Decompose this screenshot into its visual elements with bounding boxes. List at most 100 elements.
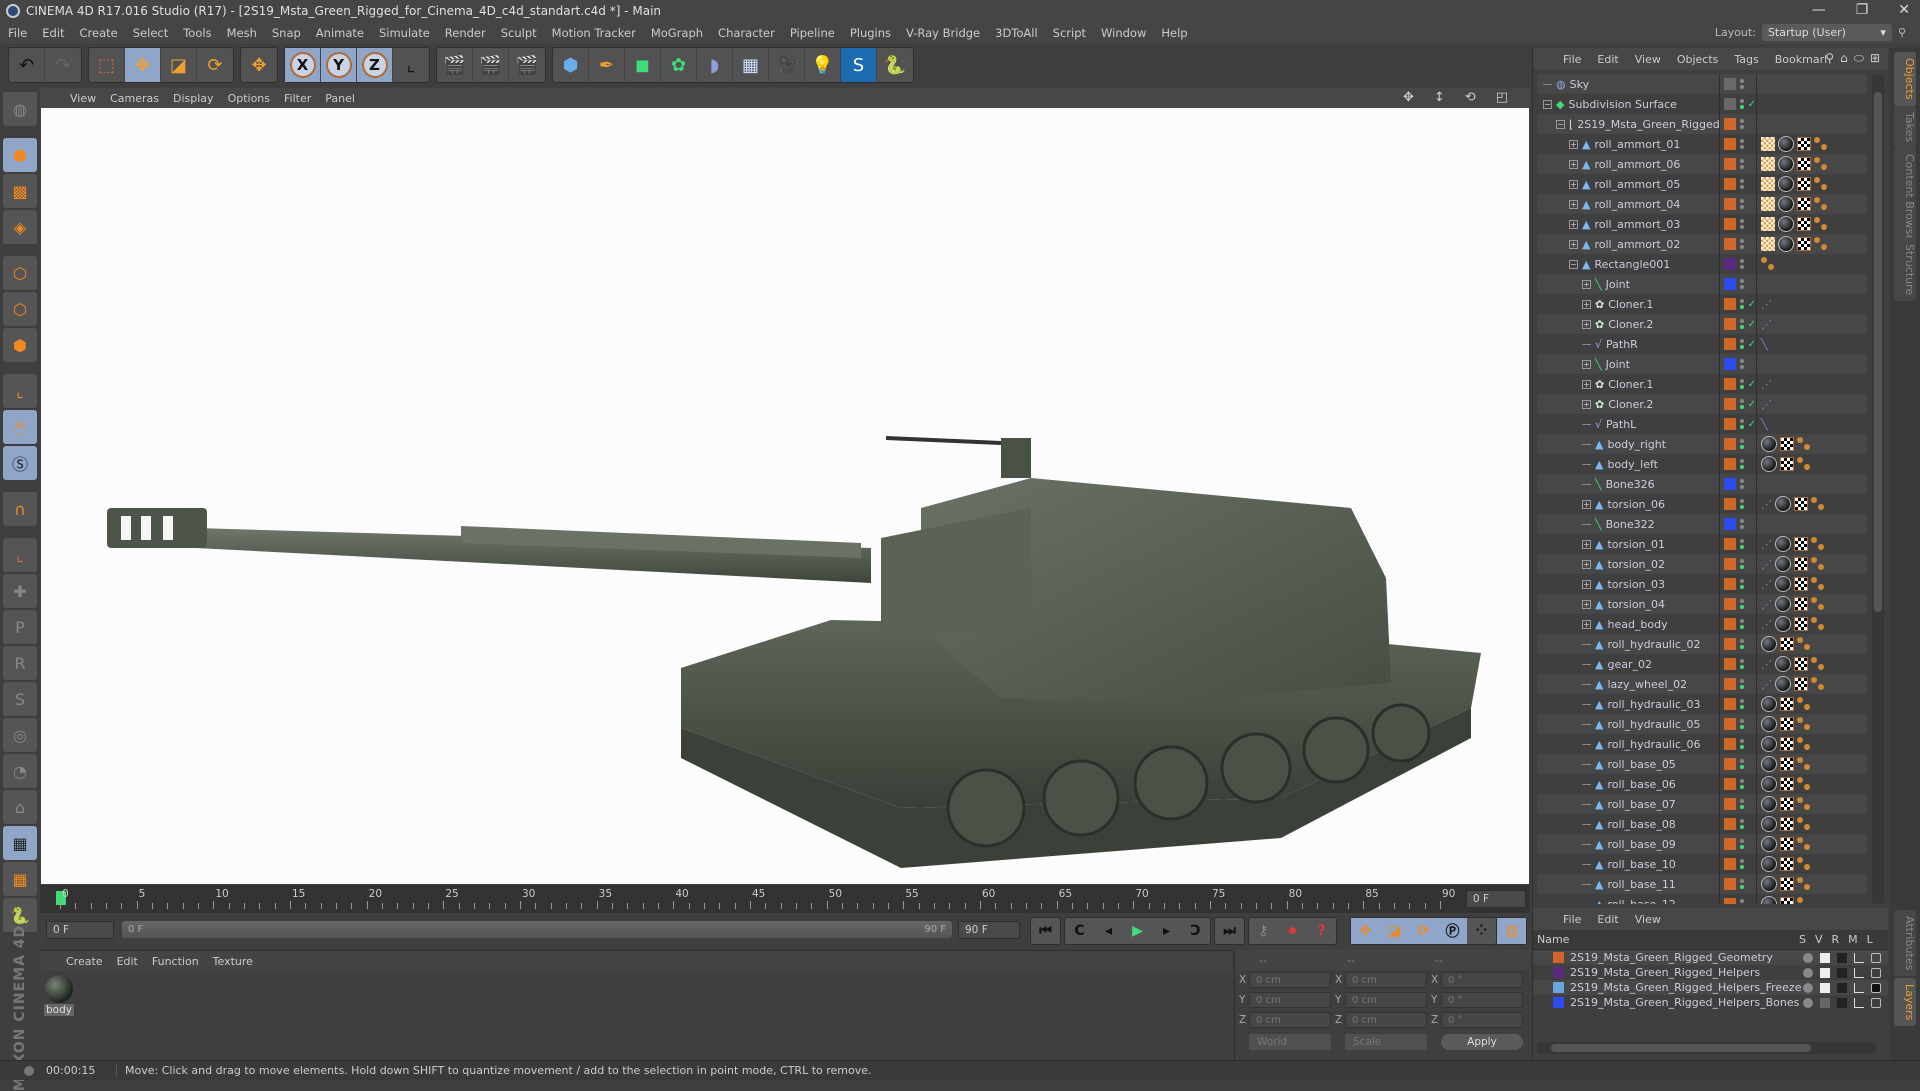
material-tag-icon[interactable] <box>1775 556 1791 572</box>
layer-color-swatch[interactable] <box>1724 278 1736 290</box>
object-row[interactable]: + ╲ Joint <box>1537 354 1867 374</box>
layer-color-swatch[interactable] <box>1724 358 1736 370</box>
material-tag-icon[interactable] <box>1761 876 1777 892</box>
key-rotation-button[interactable]: ⟳ <box>1409 918 1438 944</box>
texture-tag-icon[interactable] <box>1780 437 1794 451</box>
deformer-button[interactable]: ◗ <box>697 48 733 82</box>
size-y-field[interactable]: 0 cm <box>1345 992 1427 1008</box>
position-z-field[interactable]: 0 cm <box>1249 1012 1331 1028</box>
menu-plugins[interactable]: Plugins <box>850 26 891 40</box>
uvw-tag-icon[interactable] <box>1797 817 1811 831</box>
search-icon[interactable]: ⚲ <box>1825 51 1834 66</box>
animate-psr-button[interactable]: S <box>3 682 37 716</box>
coordinate-system-button[interactable]: ⌞ <box>393 48 429 82</box>
uvw-tag-icon[interactable] <box>1797 857 1811 871</box>
visibility-dots[interactable] <box>1740 659 1744 669</box>
scrollbar-thumb[interactable] <box>1874 92 1882 612</box>
texture-tag-icon[interactable] <box>1780 897 1794 904</box>
material-tag-icon[interactable] <box>1761 776 1777 792</box>
layer-color-swatch[interactable] <box>1724 538 1736 550</box>
subdivision-surface-button[interactable]: ◼ <box>625 48 661 82</box>
layer-color-swatch[interactable] <box>1724 498 1736 510</box>
object-row[interactable]: + ▲ torsion_01 ⋰ <box>1537 534 1867 554</box>
visibility-dots[interactable] <box>1740 439 1744 449</box>
mograph-selection-tag-icon[interactable]: ⋰ <box>1761 558 1772 571</box>
visibility-dots[interactable] <box>1739 379 1744 389</box>
scrollbar-thumb[interactable] <box>1551 1044 1811 1052</box>
object-row[interactable]: ▲ lazy_wheel_02 ⋰ <box>1537 674 1867 694</box>
object-row[interactable]: + ▲ roll_ammort_03 <box>1537 214 1867 234</box>
expand-toggle[interactable]: + <box>1582 539 1591 549</box>
z-axis-lock-button[interactable]: Z <box>357 48 393 82</box>
redo-button[interactable]: ↷ <box>45 48 81 82</box>
timeline-button[interactable]: ▥ <box>1497 918 1526 944</box>
cube-button[interactable]: ⬢ <box>553 48 589 82</box>
layer-row[interactable]: 2S19_Msta_Green_Rigged_Geometry <box>1533 950 1888 965</box>
texture-tag-icon[interactable] <box>1797 237 1811 251</box>
layer-color-swatch[interactable] <box>1724 618 1736 630</box>
layer-color-swatch[interactable] <box>1724 118 1736 130</box>
texture-mode-button[interactable]: ▩ <box>3 174 37 208</box>
object-row[interactable]: ▲ roll_base_12 <box>1537 894 1867 904</box>
object-row[interactable]: ▲ body_right <box>1537 434 1867 454</box>
layer-color-swatch[interactable] <box>1724 878 1736 890</box>
menu-character[interactable]: Character <box>718 26 775 40</box>
layer-color-swatch[interactable] <box>1724 298 1736 310</box>
layer-color-swatch[interactable] <box>1724 458 1736 470</box>
layer-color-swatch[interactable] <box>1724 838 1736 850</box>
workplane-axis-button[interactable]: ⌞ <box>3 538 37 572</box>
render-settings-button[interactable]: 🎬 <box>509 48 545 82</box>
layer-color-swatch[interactable] <box>1724 858 1736 870</box>
maximize-button[interactable]: ❐ <box>1856 2 1869 18</box>
material-tag-icon[interactable] <box>1775 536 1791 552</box>
visibility-dots[interactable] <box>1740 599 1744 609</box>
3dtoall-button[interactable]: S <box>841 48 877 82</box>
object-row[interactable]: + ✿ Cloner.2 ✓ ⋰ <box>1537 314 1867 334</box>
object-menu-tags[interactable]: Tags <box>1734 53 1758 66</box>
texture-tag-icon[interactable] <box>1780 817 1794 831</box>
menu-mesh[interactable]: Mesh <box>227 26 257 40</box>
uvw-tag-icon[interactable] <box>1811 597 1825 611</box>
current-frame-field[interactable]: 0 F <box>1466 890 1526 908</box>
texture-tag-icon[interactable] <box>1794 537 1808 551</box>
material-menu-edit[interactable]: Edit <box>117 955 138 968</box>
uvw-tag-icon[interactable] <box>1797 877 1811 891</box>
points-mode-button[interactable]: ⬡ <box>3 256 37 290</box>
uvw-tag-icon[interactable] <box>1814 197 1828 211</box>
object-row[interactable]: ▲ roll_base_07 <box>1537 794 1867 814</box>
object-row[interactable]: + ▲ torsion_04 ⋰ <box>1537 594 1867 614</box>
expand-toggle[interactable]: + <box>1569 199 1578 209</box>
manager-hierarchy-icon[interactable] <box>1854 997 1864 1008</box>
workplane-lock-button[interactable]: ▦ <box>3 826 37 860</box>
position-x-field[interactable]: 0 cm <box>1249 972 1331 988</box>
viewport-menu-filter[interactable]: Filter <box>284 92 311 105</box>
uvw-tag-icon[interactable] <box>1797 637 1811 651</box>
visibility-dots[interactable] <box>1740 519 1744 529</box>
object-row[interactable]: − ◆ Subdivision Surface ✓ <box>1537 94 1867 114</box>
viewport-menu-display[interactable]: Display <box>173 92 214 105</box>
mograph-selection-tag-icon[interactable]: ⋰ <box>1761 598 1772 611</box>
visibility-dots[interactable] <box>1739 299 1744 309</box>
layer-color-swatch[interactable] <box>1724 378 1736 390</box>
object-row[interactable]: ▲ body_left <box>1537 454 1867 474</box>
layer-color-swatch[interactable] <box>1724 258 1736 270</box>
layer-color-swatch[interactable] <box>1724 318 1736 330</box>
layer-color-swatch[interactable] <box>1724 478 1736 490</box>
texture-tag-icon[interactable] <box>1780 857 1794 871</box>
texture-tag-icon[interactable] <box>1794 577 1808 591</box>
mograph-selection-tag-icon[interactable]: ⋰ <box>1761 398 1772 411</box>
phong-tag-icon[interactable] <box>1761 177 1775 191</box>
uvw-tag-icon[interactable] <box>1797 777 1811 791</box>
menu-file[interactable]: File <box>8 26 27 40</box>
visibility-dots[interactable] <box>1740 539 1744 549</box>
key-position-button[interactable]: ✥ <box>1351 918 1380 944</box>
object-scrollbar[interactable] <box>1872 74 1884 904</box>
spline-tag-icon[interactable]: ╲ <box>1761 418 1768 431</box>
dolly-icon[interactable]: ↕ <box>1434 90 1445 105</box>
texture-tag-icon[interactable] <box>1794 677 1808 691</box>
phong-tag-icon[interactable] <box>1761 197 1775 211</box>
eye-icon[interactable] <box>1820 967 1830 978</box>
orbit-icon[interactable]: ⟲ <box>1465 90 1476 105</box>
home-icon[interactable]: ⌂ <box>1840 51 1848 66</box>
uvw-tag-icon[interactable] <box>1814 217 1828 231</box>
